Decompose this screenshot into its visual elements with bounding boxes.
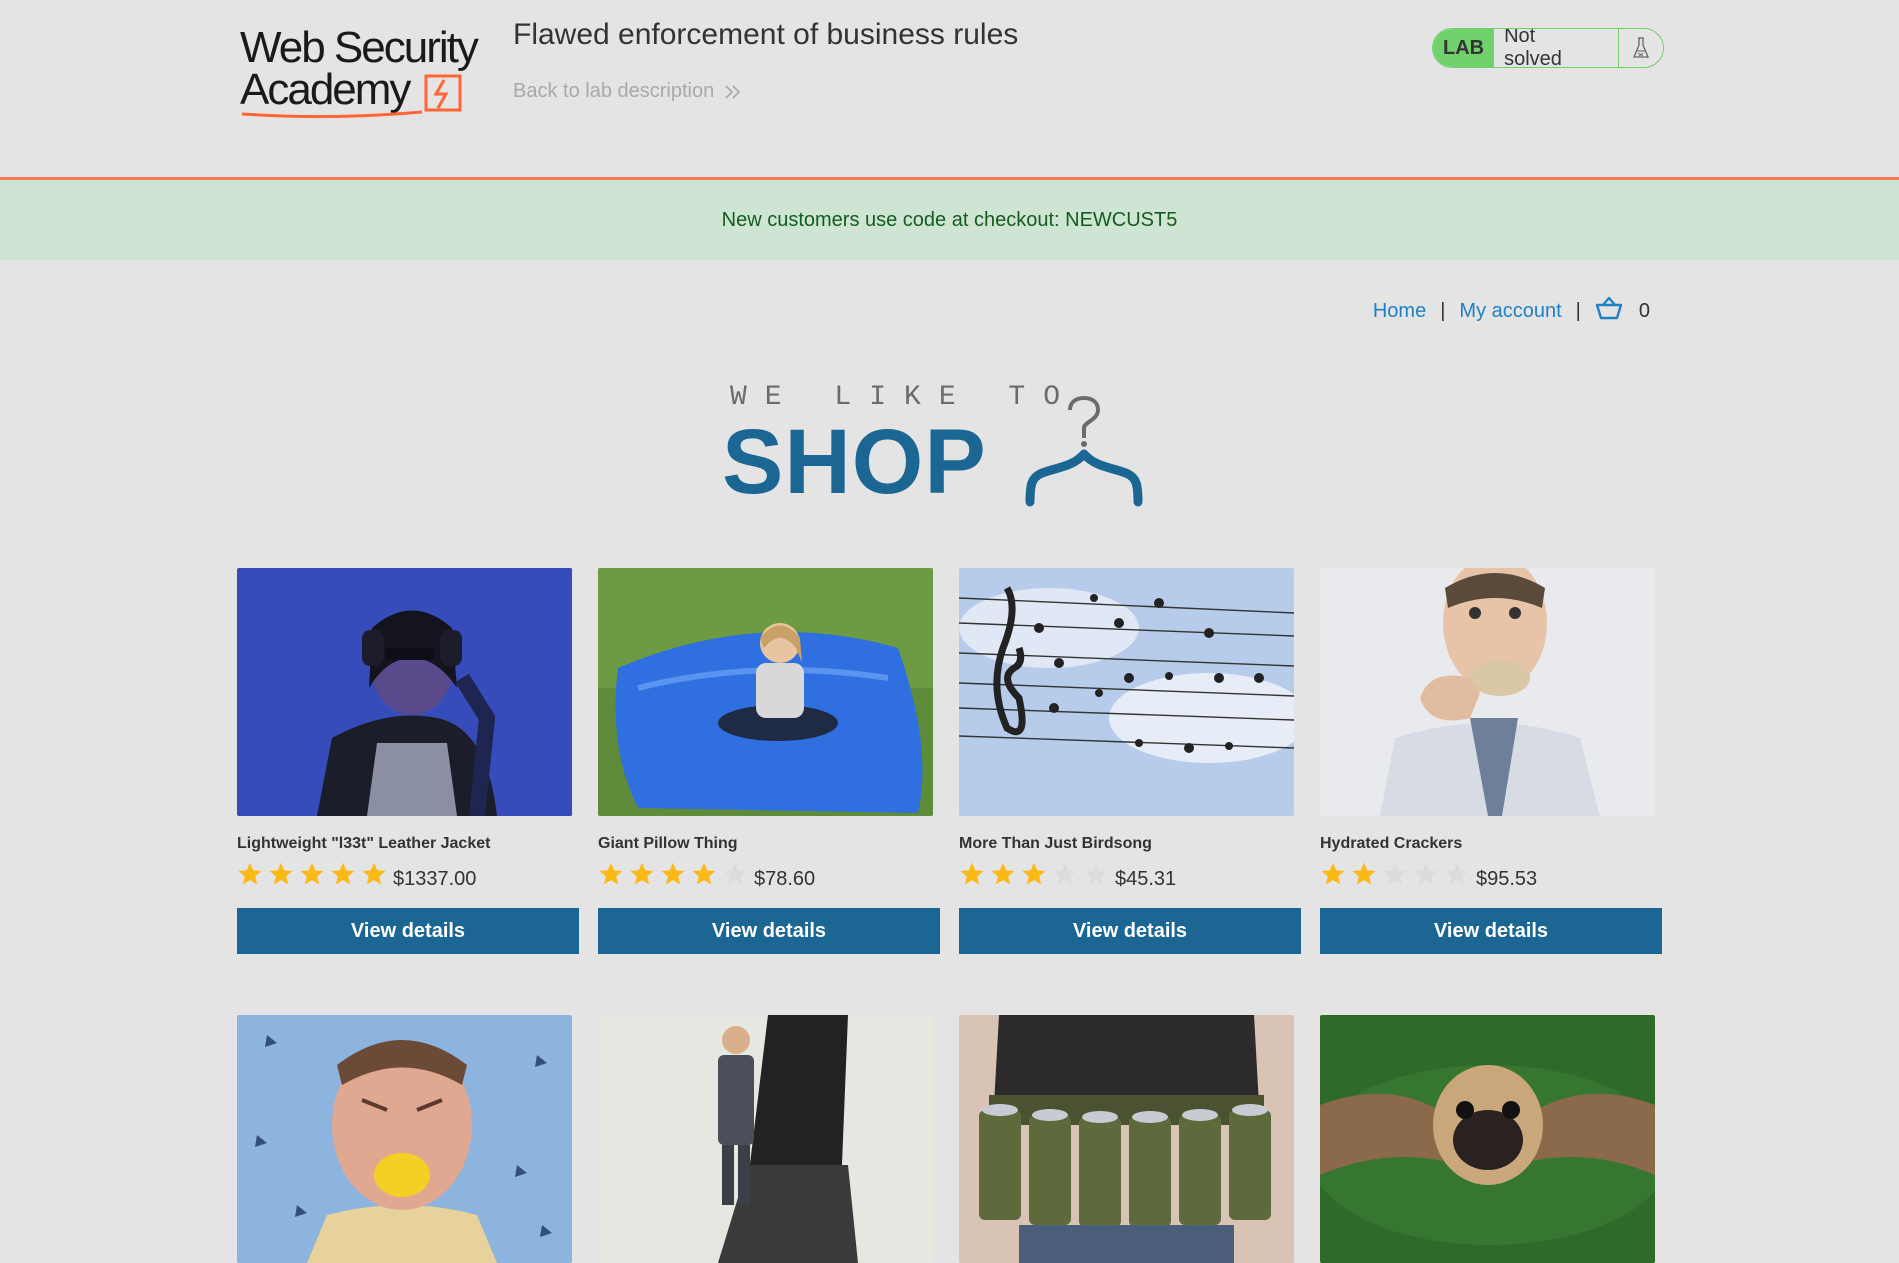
star-filled-icon [991,862,1015,885]
nav-my-account-link[interactable]: My account [1459,300,1561,323]
star-filled-icon [300,862,324,885]
clothes-hanger-icon [1025,395,1143,507]
star-filled-icon [269,862,293,885]
star-empty-icon [723,862,747,885]
view-details-button[interactable]: View details [598,908,940,954]
product-price: $78.60 [754,868,816,890]
star-filled-icon [692,862,716,885]
product-image-beer-belt[interactable] [959,1015,1294,1263]
nav-home-link[interactable]: Home [1373,300,1426,323]
star-empty-icon [1445,862,1469,885]
lab-title: Flawed enforcement of business rules [513,18,1019,51]
star-filled-icon [1022,862,1046,885]
product-price: $45.31 [1115,868,1177,890]
product-price: $1337.00 [393,868,477,890]
nav-separator: | [1440,299,1446,322]
product-name: Lightweight "l33t" Leather Jacket [237,835,491,852]
star-filled-icon [362,862,386,885]
view-details-button[interactable]: View details [959,908,1301,954]
promo-notice-text: New customers use code at checkout: NEWC… [721,208,1178,231]
star-empty-icon [1414,862,1438,885]
product-name: Hydrated Crackers [1320,835,1463,852]
product-rating [1320,861,1470,887]
lab-status-text: Not solved [1494,29,1620,67]
product-name: Giant Pillow Thing [598,835,738,852]
star-filled-icon [238,862,262,885]
back-to-lab-description-link[interactable]: Back to lab description [513,80,742,103]
product-price: $95.53 [1476,868,1538,890]
view-details-button[interactable]: View details [237,908,579,954]
product-rating [598,861,748,887]
star-filled-icon [960,862,984,885]
top-nav: Home | My account | 0 [1373,296,1650,326]
product-image-leather-jacket[interactable] [237,568,572,816]
star-empty-icon [1383,862,1407,885]
star-empty-icon [1084,862,1108,885]
nav-separator: | [1575,299,1581,322]
shop-banner-title: SHOP [722,411,987,513]
shop-banner: WE LIKE TO SHOP [722,382,1172,513]
product-image-lemon-face[interactable] [237,1015,572,1263]
product-name: More Than Just Birdsong [959,835,1152,852]
logo-bolt-icon [241,74,462,119]
product-rating [959,861,1109,887]
double-chevron-right-icon [725,84,741,99]
academy-header: Web Security Academy Flawed enforcement … [0,0,1899,178]
product-image-giant-pillow[interactable] [598,568,933,816]
product-image-flying-pug[interactable] [1320,1015,1655,1263]
lab-badge: LAB [1433,29,1495,67]
web-security-academy-logo[interactable]: Web Security Academy [240,24,490,120]
back-link-label: Back to lab description [513,80,715,102]
promo-notice-banner: New customers use code at checkout: NEWC… [0,180,1899,260]
view-details-button[interactable]: View details [1320,908,1662,954]
product-image-phone-figurine[interactable] [598,1015,933,1263]
product-image-birdsong[interactable] [959,568,1294,816]
star-filled-icon [1321,862,1345,885]
cart-icon[interactable] [1595,296,1623,326]
flask-icon [1619,29,1663,67]
star-filled-icon [1352,862,1376,885]
product-rating [237,861,387,887]
star-empty-icon [1053,862,1077,885]
lab-status-widget: LAB Not solved [1432,28,1664,68]
star-filled-icon [630,862,654,885]
cart-count: 0 [1638,299,1650,322]
product-image-hydrated-crackers[interactable] [1320,568,1655,816]
star-filled-icon [661,862,685,885]
star-filled-icon [599,862,623,885]
star-filled-icon [331,862,355,885]
